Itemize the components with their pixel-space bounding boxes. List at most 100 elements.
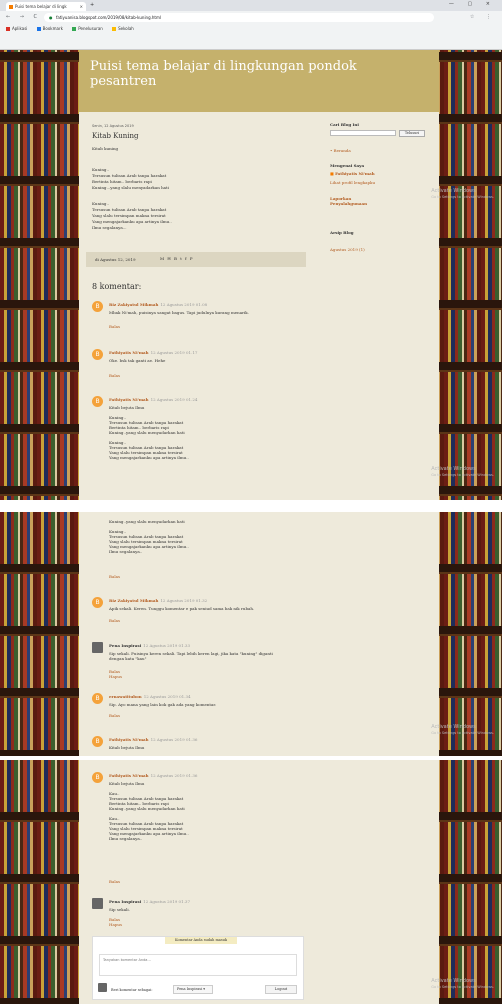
blogger-avatar-icon: B: [92, 736, 103, 747]
comment-body: Sip. Ayo mana yang lain kok gak ada yang…: [109, 702, 216, 707]
activate-windows-watermark: Activate Windows Go to Settings to activa…: [431, 466, 494, 478]
profile-link[interactable]: Lihat profil lengkapku: [330, 180, 375, 185]
comment-date[interactable]: 12 Agustus 2019 01.08: [160, 302, 207, 307]
blogger-icon: ■: [330, 171, 334, 176]
comment-author[interactable]: Riz Zakiyatul Mikmah: [109, 302, 158, 307]
report-abuse-link[interactable]: Laporkan Penyalahgunaan: [330, 196, 367, 206]
comment-body: Kitab bejuta Ilmu Kau.. Tersusun tulisan…: [109, 781, 189, 841]
reply-link[interactable]: Balas: [109, 574, 120, 579]
comment-line: Kuning..yang slalu menyadarkan hati: [109, 430, 185, 435]
share-icons[interactable]: M ✉ B t f P: [160, 256, 194, 261]
reply-delete-links[interactable]: Balas Hapus: [109, 669, 122, 679]
comment-author[interactable]: Pena Inspirasi: [109, 899, 141, 904]
bookmark-item[interactable]: Bookmark: [36, 26, 63, 31]
comment-date[interactable]: 12 Agustus 2019 01.17: [151, 350, 198, 355]
comment-author[interactable]: ernawatitubon: [109, 694, 142, 699]
comment-line: Mbak Ni'mah, puisinya sangat bagus. Tapi…: [109, 310, 249, 315]
close-tab-icon[interactable]: ×: [80, 4, 83, 9]
comment-as-label: Beri komentar sebagai:: [111, 988, 153, 992]
comment-date[interactable]: 12 Agustus 2019 01.36: [151, 773, 198, 778]
reply-delete-links[interactable]: Balas Hapus: [109, 917, 122, 927]
blogger-avatar-icon: B: [92, 693, 103, 704]
user-avatar-icon: [92, 898, 103, 909]
post-line: Ilmu segalanya...: [92, 225, 127, 230]
reply-link[interactable]: Balas: [109, 324, 120, 329]
logout-button[interactable]: Logout: [265, 985, 297, 994]
comment-date[interactable]: 12 Agustus 2019 01.33: [143, 643, 190, 648]
comment-line: Apik sekali. Keren. Tunggu komentar e pa…: [109, 606, 255, 611]
search-label: Cari Blog Ini: [330, 122, 359, 127]
comment-meta: ernawatitubon 12 Agustus 2019 01.34: [109, 694, 191, 699]
comment-meta: Pena Inspirasi 12 Agustus 2019 01.37: [109, 899, 190, 904]
post-line: Kuning..: [92, 167, 110, 172]
reply-link[interactable]: Balas: [109, 373, 120, 378]
tab-title: Puisi tema belajar di lingk: [15, 4, 67, 9]
blogger-favicon-icon: [9, 5, 13, 9]
blog-header: Puisi tema belajar di lingkungan pondok …: [79, 50, 439, 112]
post-line: Tersusun tulisan Arab tanpa harakat: [92, 207, 167, 212]
new-tab-button[interactable]: +: [90, 2, 94, 8]
post-timestamp[interactable]: di Agustus 12, 2019: [95, 257, 136, 262]
comment-author[interactable]: Fathiyatis Ni'mah: [109, 350, 149, 355]
about-name-text: Fathiyatis Ni'mah: [335, 171, 375, 176]
comment-body: Mbak Ni'mah, puisinya sangat bagus. Tapi…: [109, 310, 249, 315]
address-row: ← → C ● fatiyuanisa.blogspot.com/2019/08…: [0, 11, 502, 24]
watermark-sub: Go to Settings to activate Windows.: [431, 195, 494, 199]
comment-author[interactable]: Fathiyatis Ni'mah: [109, 737, 149, 742]
toolbar-icons[interactable]: ☆ ⋮: [470, 14, 496, 20]
blogger-avatar-icon: B: [92, 772, 103, 783]
tab-bar: Puisi tema belajar di lingk × + — ▢ ×: [0, 0, 502, 11]
comment-date[interactable]: 12 Agustus 2019 01.36: [151, 737, 198, 742]
comment-date[interactable]: 12 Agustus 2019 01.37: [143, 899, 190, 904]
comment-author[interactable]: Riz Zakiyatul Mikmah: [109, 598, 158, 603]
comment-textarea[interactable]: [99, 954, 297, 976]
post-footer: di Agustus 12, 2019 M ✉ B t f P: [86, 252, 306, 267]
comment-date[interactable]: 12 Agustus 2019 01.34: [144, 694, 191, 699]
comment-author[interactable]: Fathiyatis Ni'mah: [109, 773, 149, 778]
comment-author[interactable]: Pena Inspirasi: [109, 643, 141, 648]
comment-body: Kitab bejuta Ilmu: [109, 745, 144, 750]
comment-body-continued: Kuning..yang slalu menyadarkan hati Kuni…: [109, 519, 189, 554]
blog-search-input[interactable]: [330, 130, 396, 136]
identity-select[interactable]: Pena Inspirasi ▾: [173, 985, 213, 994]
bookmark-icon: [112, 27, 117, 31]
bookmark-icon: [72, 27, 77, 31]
reply-link[interactable]: Balas: [109, 618, 120, 623]
apps-icon: [6, 27, 10, 31]
blogger-avatar-icon: B: [92, 396, 103, 407]
bookmark-label: Sekolah: [118, 26, 134, 31]
comment-date[interactable]: 12 Agustus 2019 01.32: [160, 598, 207, 603]
activate-windows-watermark: Activate Windows Go to Settings to activa…: [431, 188, 494, 200]
nav-buttons[interactable]: ← → C: [6, 14, 41, 20]
comments-heading: 8 komentar:: [92, 282, 142, 291]
comment-date[interactable]: 12 Agustus 2019 01.24: [151, 397, 198, 402]
comment-meta: Fathiyatis Ni'mah 12 Agustus 2019 01.24: [109, 397, 197, 402]
comment-author[interactable]: Fathiyatis Ni'mah: [109, 397, 149, 402]
archive-item[interactable]: Agustus 2019 (1): [330, 247, 365, 252]
blog-title[interactable]: Puisi tema belajar di lingkungan pondok …: [90, 59, 410, 89]
about-title: Mengenai Saya: [330, 163, 364, 168]
reply-link[interactable]: Balas: [109, 713, 120, 718]
post-line: Yang mengajarkanku apa artinya ilmu..: [92, 219, 172, 224]
post-line: Kuning..: [92, 201, 110, 206]
search-button[interactable]: Telusuri: [399, 130, 425, 137]
post-line: Kitab kuning: [92, 146, 119, 151]
comment-meta: Pena Inspirasi 12 Agustus 2019 01.33: [109, 643, 190, 648]
comment-meta: Riz Zakiyatul Mikmah 12 Agustus 2019 01.0…: [109, 302, 207, 307]
comment-notice: Komentar Anda sudah masuk: [165, 937, 237, 944]
comment-line: Sip. Ayo mana yang lain kok gak ada yang…: [109, 702, 217, 707]
activate-windows-watermark: Activate Windows Go to Settings to activa…: [431, 978, 494, 990]
home-link[interactable]: • Beranda: [330, 148, 351, 153]
about-name[interactable]: ■ Fathiyatis Ni'mah: [330, 171, 375, 176]
comment-meta: Fathiyatis Ni'mah 12 Agustus 2019 01.36: [109, 773, 197, 778]
window-controls[interactable]: — ▢ ×: [449, 1, 496, 7]
browser-tab[interactable]: Puisi tema belajar di lingk ×: [6, 2, 86, 11]
reply-link[interactable]: Balas: [109, 879, 120, 884]
comment-line: Ilmu segalanya..: [109, 549, 143, 554]
screenshot-top: Puisi tema belajar di lingk × + — ▢ × ← …: [0, 0, 502, 500]
bookmark-item[interactable]: Sekolah: [112, 26, 134, 31]
address-bar[interactable]: ● fatiyuanisa.blogspot.com/2019/08/kitab…: [44, 13, 434, 22]
bookmark-item[interactable]: Penelusuran: [72, 26, 103, 31]
post-title[interactable]: Kitab Kuning: [92, 132, 138, 140]
bookmark-item[interactable]: Aplikasi: [6, 26, 27, 31]
